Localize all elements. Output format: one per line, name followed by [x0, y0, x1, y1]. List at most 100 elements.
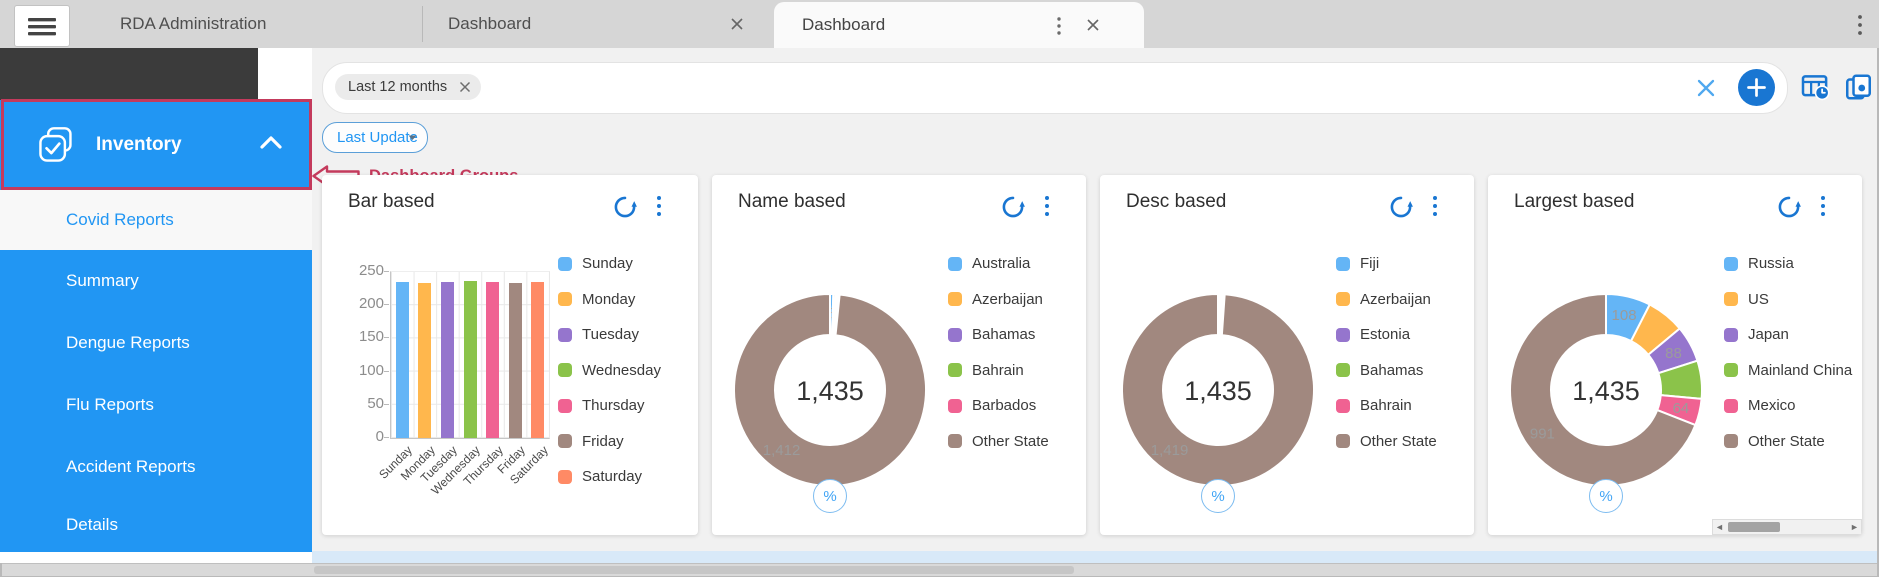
plus-icon: [1738, 69, 1775, 106]
sidebar-item-label: Flu Reports: [66, 395, 154, 415]
legend-item-tuesday[interactable]: Tuesday: [558, 326, 639, 343]
bar-saturday[interactable]: [531, 282, 544, 438]
scrollbar-thumb[interactable]: [1728, 522, 1780, 532]
scroll-left-arrow[interactable]: ◄: [1713, 521, 1726, 533]
sidebar-item-covid-reports[interactable]: Covid Reports: [0, 190, 312, 250]
tab-dashboard-2-active[interactable]: Dashboard: [774, 2, 1144, 48]
legend-item-mainland-china[interactable]: Mainland China: [1724, 362, 1852, 379]
hamburger-menu-button[interactable]: [14, 5, 70, 47]
donut-slice-value-label: 1,419: [1151, 442, 1189, 459]
sidebar-item-list: Covid Reports Summary Dengue Reports Flu Re…: [0, 190, 312, 552]
legend-item-russia[interactable]: Russia: [1724, 255, 1794, 272]
legend-item-other-state[interactable]: Other State: [948, 433, 1049, 450]
legend-item-other-state[interactable]: Other State: [1724, 433, 1825, 450]
legend-item-bahamas[interactable]: Bahamas: [1336, 362, 1423, 379]
legend-item-australia[interactable]: Australia: [948, 255, 1030, 272]
scheduled-table-icon[interactable]: [1800, 72, 1831, 102]
close-icon[interactable]: [730, 17, 744, 31]
legend-item-barbados[interactable]: Barbados: [948, 397, 1036, 414]
chip-remove-icon[interactable]: [459, 81, 471, 93]
clear-filters-icon[interactable]: [1695, 77, 1717, 99]
filter-bar: Last 12 months: [322, 62, 1788, 114]
tab-kebab-icon[interactable]: [1056, 16, 1062, 36]
percent-toggle-badge[interactable]: %: [1589, 479, 1623, 513]
sidebar-group-inventory[interactable]: Inventory: [0, 100, 312, 190]
card-kebab-icon[interactable]: [1432, 195, 1438, 217]
bar-monday[interactable]: [418, 283, 431, 438]
legend-item-mexico[interactable]: Mexico: [1724, 397, 1796, 414]
percent-toggle-badge[interactable]: %: [1201, 479, 1235, 513]
legend-item-azerbaijan[interactable]: Azerbaijan: [948, 291, 1043, 308]
donut-slice-value-label: 108: [1612, 307, 1637, 324]
sidebar-item-dengue-reports[interactable]: Dengue Reports: [0, 312, 312, 374]
y-axis-tick-mark: [384, 437, 389, 438]
sidebar-item-flu-reports[interactable]: Flu Reports: [0, 374, 312, 436]
scrollbar-thumb[interactable]: [314, 566, 1074, 574]
legend-item-japan[interactable]: Japan: [1724, 326, 1789, 343]
bar-wednesday[interactable]: [464, 281, 477, 438]
legend-swatch: [558, 470, 572, 484]
sidebar-item-label: Summary: [66, 271, 139, 291]
legend-item-fiji[interactable]: Fiji: [1336, 255, 1379, 272]
tab-dashboard-1[interactable]: Dashboard: [422, 0, 798, 48]
card-kebab-icon[interactable]: [1044, 195, 1050, 217]
close-icon[interactable]: [1086, 18, 1100, 32]
legend-item-estonia[interactable]: Estonia: [1336, 326, 1410, 343]
legend-swatch: [1724, 434, 1738, 448]
tab-rda-administration[interactable]: RDA Administration: [72, 0, 470, 48]
sidebar-item-accident-reports[interactable]: Accident Reports: [0, 436, 312, 498]
legend-swatch: [1336, 328, 1350, 342]
card-kebab-icon[interactable]: [656, 195, 662, 217]
filter-chip-label: Last 12 months: [348, 79, 447, 95]
legend-item-other-state[interactable]: Other State: [1336, 433, 1437, 450]
legend-label: Bahamas: [1360, 362, 1423, 379]
legend-swatch: [948, 434, 962, 448]
legend-item-bahrain[interactable]: Bahrain: [1336, 397, 1412, 414]
sidebar-item-summary[interactable]: Summary: [0, 250, 312, 312]
y-axis-tick-mark: [384, 304, 389, 305]
card-kebab-icon[interactable]: [1820, 195, 1826, 217]
legend-item-bahamas[interactable]: Bahamas: [948, 326, 1035, 343]
chevron-up-icon[interactable]: [258, 134, 284, 152]
percent-toggle-badge[interactable]: %: [813, 479, 847, 513]
legend-item-us[interactable]: US: [1724, 291, 1769, 308]
donut-center-total: 1,435: [1158, 376, 1278, 407]
legend-item-bahrain[interactable]: Bahrain: [948, 362, 1024, 379]
legend-label: Wednesday: [582, 362, 661, 379]
legend-item-saturday[interactable]: Saturday: [558, 468, 642, 485]
refresh-icon[interactable]: [1776, 194, 1802, 220]
sidebar-item-label: Covid Reports: [66, 210, 174, 230]
y-axis-tick-label: 250: [334, 262, 384, 279]
legend-item-friday[interactable]: Friday: [558, 433, 624, 450]
bar-friday[interactable]: [509, 283, 522, 438]
horizontal-scrollbar[interactable]: [2, 563, 1877, 576]
card-horizontal-scrollbar[interactable]: ◄►: [1712, 519, 1862, 535]
sidebar-item-details[interactable]: Details: [0, 498, 312, 552]
copy-dashboard-icon[interactable]: [1843, 72, 1874, 102]
legend-swatch: [1336, 257, 1350, 271]
legend-swatch: [1336, 292, 1350, 306]
last-update-dropdown[interactable]: Last Update: [322, 122, 428, 153]
refresh-icon[interactable]: [1388, 194, 1414, 220]
donut-center-total: 1,435: [1546, 376, 1666, 407]
legend-item-thursday[interactable]: Thursday: [558, 397, 645, 414]
scroll-right-arrow[interactable]: ►: [1848, 521, 1861, 533]
bar-sunday[interactable]: [396, 282, 409, 438]
legend-label: Mexico: [1748, 397, 1796, 414]
legend-item-wednesday[interactable]: Wednesday: [558, 362, 661, 379]
legend-label: Fiji: [1360, 255, 1379, 272]
window-kebab-icon[interactable]: [1857, 14, 1863, 36]
legend-item-azerbaijan[interactable]: Azerbaijan: [1336, 291, 1431, 308]
add-filter-button[interactable]: [1738, 69, 1775, 106]
legend-item-monday[interactable]: Monday: [558, 291, 635, 308]
legend-label: Bahrain: [1360, 397, 1412, 414]
refresh-icon[interactable]: [612, 194, 638, 220]
legend-item-sunday[interactable]: Sunday: [558, 255, 633, 272]
filter-chip-last-12-months[interactable]: Last 12 months: [335, 74, 481, 100]
bar-thursday[interactable]: [486, 282, 499, 438]
donut-slice-value-label: 88: [1665, 345, 1682, 362]
refresh-icon[interactable]: [1000, 194, 1026, 220]
bar-tuesday[interactable]: [441, 282, 454, 438]
legend-swatch: [558, 399, 572, 413]
footer-accent-strip: [312, 551, 1877, 563]
